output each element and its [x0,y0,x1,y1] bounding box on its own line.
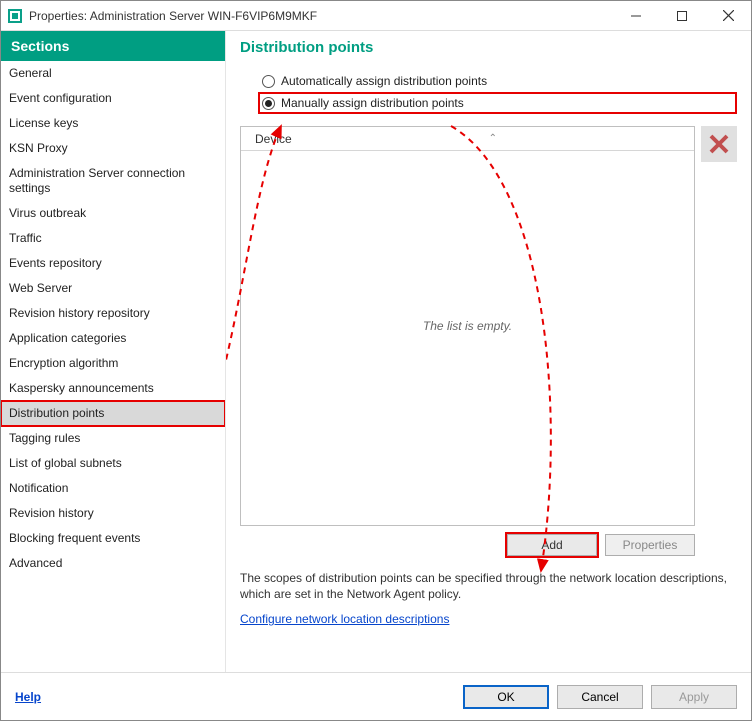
sidebar-item-web-server[interactable]: Web Server [1,276,225,301]
list-header[interactable]: Device ⌃ [241,127,694,151]
content-panel: Distribution points Automatically assign… [226,31,751,672]
body: Sections GeneralEvent configurationLicen… [1,31,751,672]
sidebar-item-tagging-rules[interactable]: Tagging rules [1,426,225,451]
hint-text: The scopes of distribution points can be… [240,570,737,602]
ok-button[interactable]: OK [463,685,549,709]
listbox-wrap: Device ⌃ The list is empty. [240,126,737,526]
sidebar-item-encryption-algorithm[interactable]: Encryption algorithm [1,351,225,376]
sidebar-item-blocking-frequent-events[interactable]: Blocking frequent events [1,526,225,551]
titlebar: Properties: Administration Server WIN-F6… [1,1,751,31]
sidebar-item-notification[interactable]: Notification [1,476,225,501]
properties-window: Properties: Administration Server WIN-F6… [0,0,752,721]
sidebar-item-event-configuration[interactable]: Event configuration [1,86,225,111]
sidebar-item-advanced[interactable]: Advanced [1,551,225,576]
sidebar-item-list-of-global-subnets[interactable]: List of global subnets [1,451,225,476]
sidebar-item-revision-history[interactable]: Revision history [1,501,225,526]
app-icon [7,8,23,24]
sidebar-item-events-repository[interactable]: Events repository [1,251,225,276]
sort-caret-icon: ⌃ [489,133,497,144]
sidebar-item-revision-history-repository[interactable]: Revision history repository [1,301,225,326]
sidebar-header: Sections [1,31,225,61]
radio-manual-highlight: Manually assign distribution points [258,92,737,114]
help-link[interactable]: Help [15,690,41,704]
sidebar-item-administration-server-connection-settings[interactable]: Administration Server connection setting… [1,161,225,201]
radio-auto-row[interactable]: Automatically assign distribution points [262,74,737,88]
sidebar-item-general[interactable]: General [1,61,225,86]
window-title: Properties: Administration Server WIN-F6… [29,9,613,23]
sidebar-item-ksn-proxy[interactable]: KSN Proxy [1,136,225,161]
sidebar-list: GeneralEvent configurationLicense keysKS… [1,61,225,576]
radio-manual-label: Manually assign distribution points [281,96,464,110]
radio-checked-icon [262,97,275,110]
apply-button: Apply [651,685,737,709]
sidebar-item-distribution-points[interactable]: Distribution points [1,401,225,426]
footer: Help OK Cancel Apply [1,672,751,720]
properties-button: Properties [605,534,695,556]
empty-text: The list is empty. [423,319,512,333]
radio-manual-row[interactable]: Manually assign distribution points [262,96,464,110]
delete-button[interactable] [701,126,737,162]
sidebar-item-traffic[interactable]: Traffic [1,226,225,251]
sidebar-item-kaspersky-announcements[interactable]: Kaspersky announcements [1,376,225,401]
sidebar-item-application-categories[interactable]: Application categories [1,326,225,351]
configure-link[interactable]: Configure network location descriptions [240,612,737,626]
add-button[interactable]: Add [507,534,597,556]
maximize-button[interactable] [659,1,705,30]
minimize-button[interactable] [613,1,659,30]
window-buttons [613,1,751,30]
column-device: Device [241,132,292,146]
list-buttons: Add Properties [240,534,737,556]
cancel-button[interactable]: Cancel [557,685,643,709]
sidebar-item-virus-outbreak[interactable]: Virus outbreak [1,201,225,226]
radio-auto-label: Automatically assign distribution points [281,74,487,88]
sidebar: Sections GeneralEvent configurationLicen… [1,31,226,672]
radio-unchecked-icon [262,75,275,88]
content-title: Distribution points [240,31,737,70]
close-button[interactable] [705,1,751,30]
sidebar-item-license-keys[interactable]: License keys [1,111,225,136]
device-listbox[interactable]: Device ⌃ The list is empty. [240,126,695,526]
